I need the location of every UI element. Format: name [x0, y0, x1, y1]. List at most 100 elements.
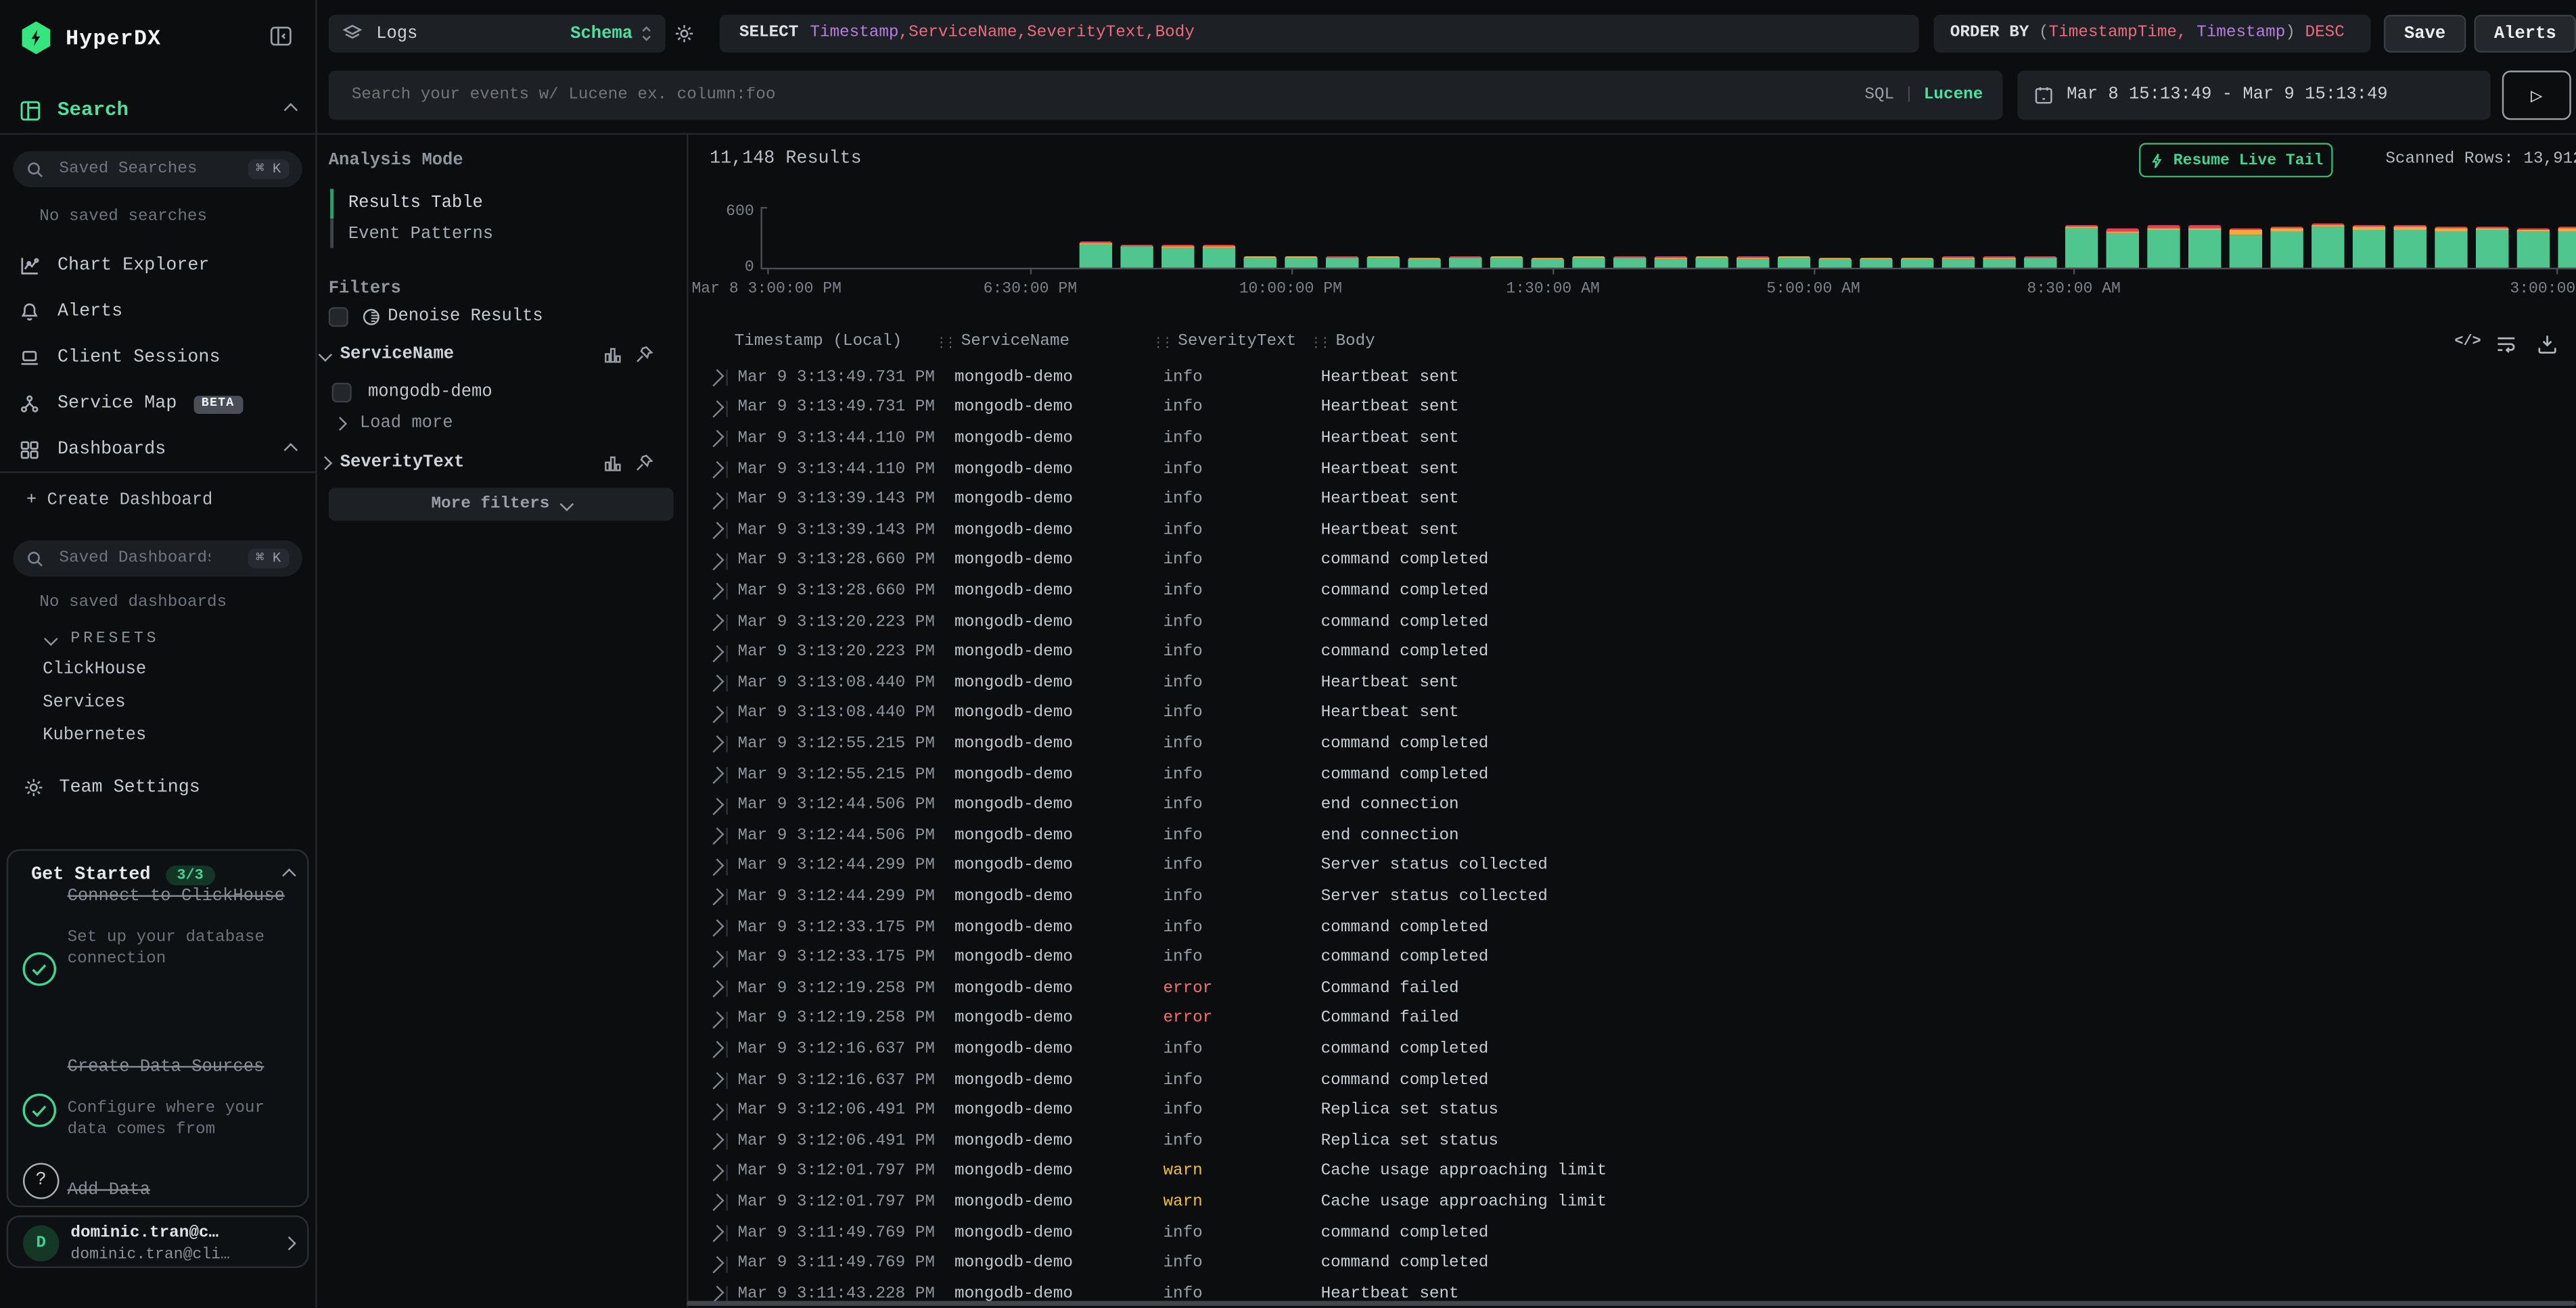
expand-row-icon[interactable]: [707, 1134, 724, 1151]
order-by-editor[interactable]: ORDER BY ( TimestampTime, Timestamp ) DE…: [1933, 15, 2370, 53]
expand-row-icon[interactable]: [707, 400, 724, 418]
get-started-item-title[interactable]: Create Data Sources: [68, 1058, 301, 1079]
chart-bar[interactable]: [2476, 226, 2508, 268]
expand-row-icon[interactable]: [707, 950, 724, 968]
load-more-button[interactable]: Load more: [335, 414, 453, 434]
mode-results-table[interactable]: Results Table: [348, 194, 483, 214]
chart-bar[interactable]: [1778, 256, 1810, 268]
pin-icon[interactable]: [634, 345, 653, 365]
source-select[interactable]: Logs Schema: [329, 15, 666, 53]
denoise-checkbox[interactable]: [329, 307, 348, 327]
resume-live-tail-button[interactable]: Resume Live Tail: [2139, 143, 2333, 177]
drag-handle-icon[interactable]: ⋮⋮: [1151, 334, 1170, 350]
create-dashboard-button[interactable]: + Create Dashboard: [26, 491, 212, 511]
get-started-item-title[interactable]: Connect to ClickHouse: [68, 887, 301, 908]
chart-bar[interactable]: [2106, 229, 2138, 268]
run-query-button[interactable]: ▷: [2502, 70, 2571, 120]
more-filters-button[interactable]: More filters: [329, 488, 674, 521]
table-row[interactable]: Mar 9 3:13:28.660 PMmongodb-demoinfocomm…: [687, 577, 2576, 607]
chart-bar[interactable]: [2353, 225, 2385, 267]
expand-row-icon[interactable]: [707, 522, 724, 540]
chart-bar[interactable]: [1203, 245, 1235, 268]
expand-row-icon[interactable]: [707, 1072, 724, 1090]
expand-row-icon[interactable]: [707, 1042, 724, 1059]
chart-bar[interactable]: [1695, 256, 1727, 267]
table-row[interactable]: Mar 9 3:12:06.491 PMmongodb-demoinfoRepl…: [687, 1096, 2576, 1127]
chart-bar[interactable]: [1655, 257, 1686, 268]
column-header-timestamp[interactable]: Timestamp (Local): [735, 333, 902, 352]
chart-filter-icon[interactable]: [603, 345, 622, 365]
preset-services[interactable]: Services: [0, 686, 315, 720]
chart-bar[interactable]: [1449, 256, 1481, 268]
expand-row-icon[interactable]: [707, 1103, 724, 1121]
table-row[interactable]: Mar 9 3:12:16.637 PMmongodb-demoinfocomm…: [687, 1066, 2576, 1096]
chart-bar[interactable]: [1243, 256, 1275, 268]
get-started-item-title[interactable]: Add Data: [68, 1181, 301, 1202]
table-row[interactable]: Mar 9 3:11:49.769 PMmongodb-demoinfocomm…: [687, 1219, 2576, 1249]
table-row[interactable]: Mar 9 3:13:28.660 PMmongodb-demoinfocomm…: [687, 546, 2576, 577]
chart-bar[interactable]: [1901, 258, 1933, 268]
expand-row-icon[interactable]: [707, 920, 724, 937]
collapse-sidebar-icon[interactable]: [269, 24, 292, 47]
sidebar-item-team-settings[interactable]: Team Settings: [23, 777, 200, 799]
table-row[interactable]: Mar 9 3:12:06.491 PMmongodb-demoinfoRepl…: [687, 1127, 2576, 1157]
expand-row-icon[interactable]: [707, 584, 724, 601]
saved-searches-input[interactable]: ⌘ K: [13, 151, 302, 187]
table-row[interactable]: Mar 9 3:12:01.797 PMmongodb-demowarnCach…: [687, 1188, 2576, 1218]
chart-bar[interactable]: [2517, 228, 2549, 268]
sidebar-item-service-map[interactable]: Service MapBETA: [0, 381, 315, 427]
sidebar-item-alerts[interactable]: Alerts: [0, 289, 315, 335]
preset-clickhouse[interactable]: ClickHouse: [0, 654, 315, 687]
query-settings-gear-icon[interactable]: [674, 23, 695, 45]
chart-bar[interactable]: [2188, 225, 2220, 268]
table-row[interactable]: Mar 9 3:11:49.769 PMmongodb-demoinfocomm…: [687, 1249, 2576, 1280]
chart-filter-icon[interactable]: [603, 453, 622, 473]
drag-handle-icon[interactable]: ⋮⋮: [1310, 334, 1328, 350]
expand-row-icon[interactable]: [707, 369, 724, 387]
table-row[interactable]: Mar 9 3:12:19.258 PMmongodb-demoerrorCom…: [687, 974, 2576, 1004]
expand-row-icon[interactable]: [707, 1164, 724, 1182]
denoise-results-row[interactable]: Denoise Results: [329, 307, 543, 327]
table-row[interactable]: Mar 9 3:12:01.797 PMmongodb-demowarnCach…: [687, 1157, 2576, 1188]
presets-toggle[interactable]: PRESETS: [46, 629, 159, 647]
table-row[interactable]: Mar 9 3:12:44.506 PMmongodb-demoinfoend …: [687, 791, 2576, 821]
table-row[interactable]: Mar 9 3:12:55.215 PMmongodb-demoinfocomm…: [687, 760, 2576, 791]
filter-value-mongodb-demo[interactable]: mongodb-demo: [332, 383, 492, 402]
chart-bar[interactable]: [1326, 257, 1358, 268]
column-header-body[interactable]: ⋮⋮ Body: [1310, 333, 1375, 352]
expand-row-icon[interactable]: [707, 828, 724, 845]
expand-row-icon[interactable]: [707, 614, 724, 632]
chart-bar[interactable]: [1285, 256, 1316, 268]
wrap-lines-icon[interactable]: [2496, 333, 2517, 355]
pin-icon[interactable]: [634, 453, 653, 473]
sql-select-editor[interactable]: SELECT Timestamp,ServiceName,SeverityTex…: [720, 15, 1919, 53]
chart-bar[interactable]: [1080, 241, 1111, 267]
table-row[interactable]: Mar 9 3:13:39.143 PMmongodb-demoinfoHear…: [687, 485, 2576, 515]
drag-handle-icon[interactable]: ⋮⋮: [935, 334, 953, 350]
chart-bar[interactable]: [2065, 225, 2097, 267]
expand-row-icon[interactable]: [707, 705, 724, 723]
expand-row-icon[interactable]: [707, 1225, 724, 1242]
chart-bar[interactable]: [1162, 245, 1193, 268]
table-row[interactable]: Mar 9 3:12:44.299 PMmongodb-demoinfoServ…: [687, 883, 2576, 913]
expand-row-icon[interactable]: [707, 736, 724, 753]
chart-bar[interactable]: [2435, 227, 2466, 268]
lang-lucene-option[interactable]: Lucene: [1924, 87, 1983, 105]
chart-bar[interactable]: [2147, 225, 2179, 267]
mode-event-patterns[interactable]: Event Patterns: [348, 225, 493, 245]
chart-bar[interactable]: [1818, 258, 1850, 268]
table-row[interactable]: Mar 9 3:13:39.143 PMmongodb-demoinfoHear…: [687, 516, 2576, 546]
schema-link[interactable]: Schema: [570, 24, 632, 43]
expand-row-icon[interactable]: [707, 858, 724, 876]
expand-row-icon[interactable]: [707, 797, 724, 815]
chart-bar[interactable]: [1120, 244, 1152, 267]
expand-row-icon[interactable]: [707, 431, 724, 448]
horizontal-scrollbar[interactable]: [687, 1301, 2576, 1305]
expand-row-icon[interactable]: [707, 492, 724, 509]
table-row[interactable]: Mar 9 3:13:20.223 PMmongodb-demoinfocomm…: [687, 638, 2576, 668]
table-row[interactable]: Mar 9 3:12:16.637 PMmongodb-demoinfocomm…: [687, 1035, 2576, 1065]
table-row[interactable]: Mar 9 3:12:44.299 PMmongodb-demoinfoServ…: [687, 851, 2576, 882]
table-row[interactable]: Mar 9 3:13:44.110 PMmongodb-demoinfoHear…: [687, 454, 2576, 485]
table-row[interactable]: Mar 9 3:13:49.731 PMmongodb-demoinfoHear…: [687, 363, 2576, 394]
help-icon[interactable]: ?: [23, 1163, 59, 1198]
